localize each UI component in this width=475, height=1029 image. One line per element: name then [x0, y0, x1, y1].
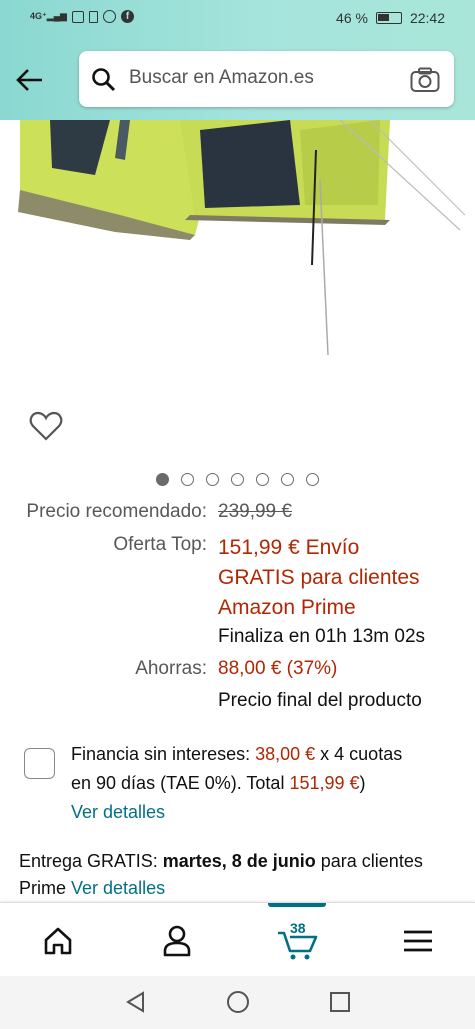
signal-icon: 4G⁺▂▄▆ [30, 11, 67, 21]
financing-checkbox[interactable] [24, 748, 55, 779]
menu-icon[interactable] [398, 921, 438, 961]
app-header: 4G⁺▂▄▆ f 46 % 22:42 Buscar en Amazon.es [0, 0, 475, 120]
top-offer-row: Oferta Top: 151,99 € Envío GRATIS para c… [0, 533, 475, 627]
cart-count-badge: 38 [290, 920, 306, 936]
carousel-dot[interactable] [306, 473, 319, 486]
account-icon[interactable] [157, 921, 197, 961]
financing-total: 151,99 € [289, 773, 360, 793]
heart-icon[interactable] [29, 410, 63, 442]
deal-timer-row: Finaliza en 01h 13m 02s [0, 625, 475, 651]
carousel-dot[interactable] [256, 473, 269, 486]
clock: 22:42 [409, 10, 445, 26]
deal-prime-line: Amazon Prime [218, 596, 356, 619]
recommended-price-row: Precio recomendado: 239,99 € [0, 500, 475, 526]
recommended-price-value: 239,99 € [218, 501, 292, 522]
bottom-navigation [0, 902, 475, 976]
back-arrow-icon[interactable] [14, 64, 46, 96]
search-icon [91, 67, 117, 98]
savings-label: Ahorras: [135, 658, 207, 679]
status-bar: 4G⁺▂▄▆ f 46 % 22:42 [0, 8, 475, 32]
delivery-prime: Prime [19, 878, 72, 898]
battery-icon [375, 12, 402, 24]
financing-installments-count: x 4 cuotas [315, 744, 403, 764]
deal-price-line: 151,99 € Envío [218, 536, 360, 559]
carousel-dot[interactable] [181, 473, 194, 486]
final-price-note: Precio final del producto [218, 690, 422, 711]
system-back-icon[interactable] [124, 990, 148, 1019]
cart-tab-indicator [268, 903, 326, 907]
carousel-dot[interactable] [281, 473, 294, 486]
savings-value: 88,00 € (37%) [218, 658, 338, 679]
system-recents-icon[interactable] [328, 990, 352, 1019]
financing-text: Financia sin intereses: 38,00 € x 4 cuot… [71, 740, 461, 827]
image-carousel-dots [0, 473, 475, 486]
facebook-icon: f [120, 10, 134, 23]
financing-intro: Financia sin intereses: [71, 744, 256, 764]
deal-shipping-line: GRATIS para clientes [218, 566, 420, 589]
carousel-dot[interactable] [206, 473, 219, 486]
delivery-suffix: para clientes [315, 851, 423, 871]
top-offer-value: 151,99 € Envío GRATIS para clientes Amaz… [218, 533, 458, 623]
top-offer-label: Oferta Top: [113, 534, 207, 555]
financing-terms: en 90 días (TAE 0%). Total [71, 773, 290, 793]
nfc-icon [71, 10, 84, 23]
home-icon[interactable] [38, 921, 78, 961]
product-image[interactable] [0, 120, 475, 360]
final-price-note-row: Precio final del producto [0, 689, 475, 715]
carousel-dot[interactable] [231, 473, 244, 486]
recommended-price-label: Precio recomendado: [26, 501, 207, 522]
delivery-details-link[interactable]: Ver detalles [71, 878, 165, 898]
financing-close-paren: ) [359, 773, 366, 793]
camera-icon[interactable] [410, 67, 440, 98]
whatsapp-icon [102, 10, 116, 23]
financing-line-1: Financia sin intereses: 38,00 € x 4 cuot… [71, 740, 461, 769]
delivery-info: Entrega GRATIS: martes, 8 de junio para … [19, 848, 464, 902]
financing-line-2: en 90 días (TAE 0%). Total 151,99 €) [71, 769, 461, 798]
system-navigation-bar [0, 976, 475, 1029]
carousel-dot[interactable] [156, 473, 169, 486]
financing-details-link[interactable]: Ver detalles [71, 798, 461, 827]
system-home-icon[interactable] [226, 990, 250, 1019]
status-icons-right: 46 % 22:42 [336, 10, 445, 26]
deal-timer: Finaliza en 01h 13m 02s [218, 626, 426, 647]
delivery-date: martes, 8 de junio [162, 851, 316, 871]
financing-installment: 38,00 € [255, 744, 316, 764]
savings-row: Ahorras: 88,00 € (37%) [0, 657, 475, 683]
battery-percent: 46 % [336, 10, 368, 26]
delivery-prefix: Entrega GRATIS: [19, 851, 163, 871]
search-input[interactable]: Buscar en Amazon.es [129, 67, 314, 89]
vibrate-icon [88, 10, 98, 23]
status-icons-left: 4G⁺▂▄▆ f [30, 10, 134, 23]
search-bar[interactable]: Buscar en Amazon.es [79, 51, 454, 107]
